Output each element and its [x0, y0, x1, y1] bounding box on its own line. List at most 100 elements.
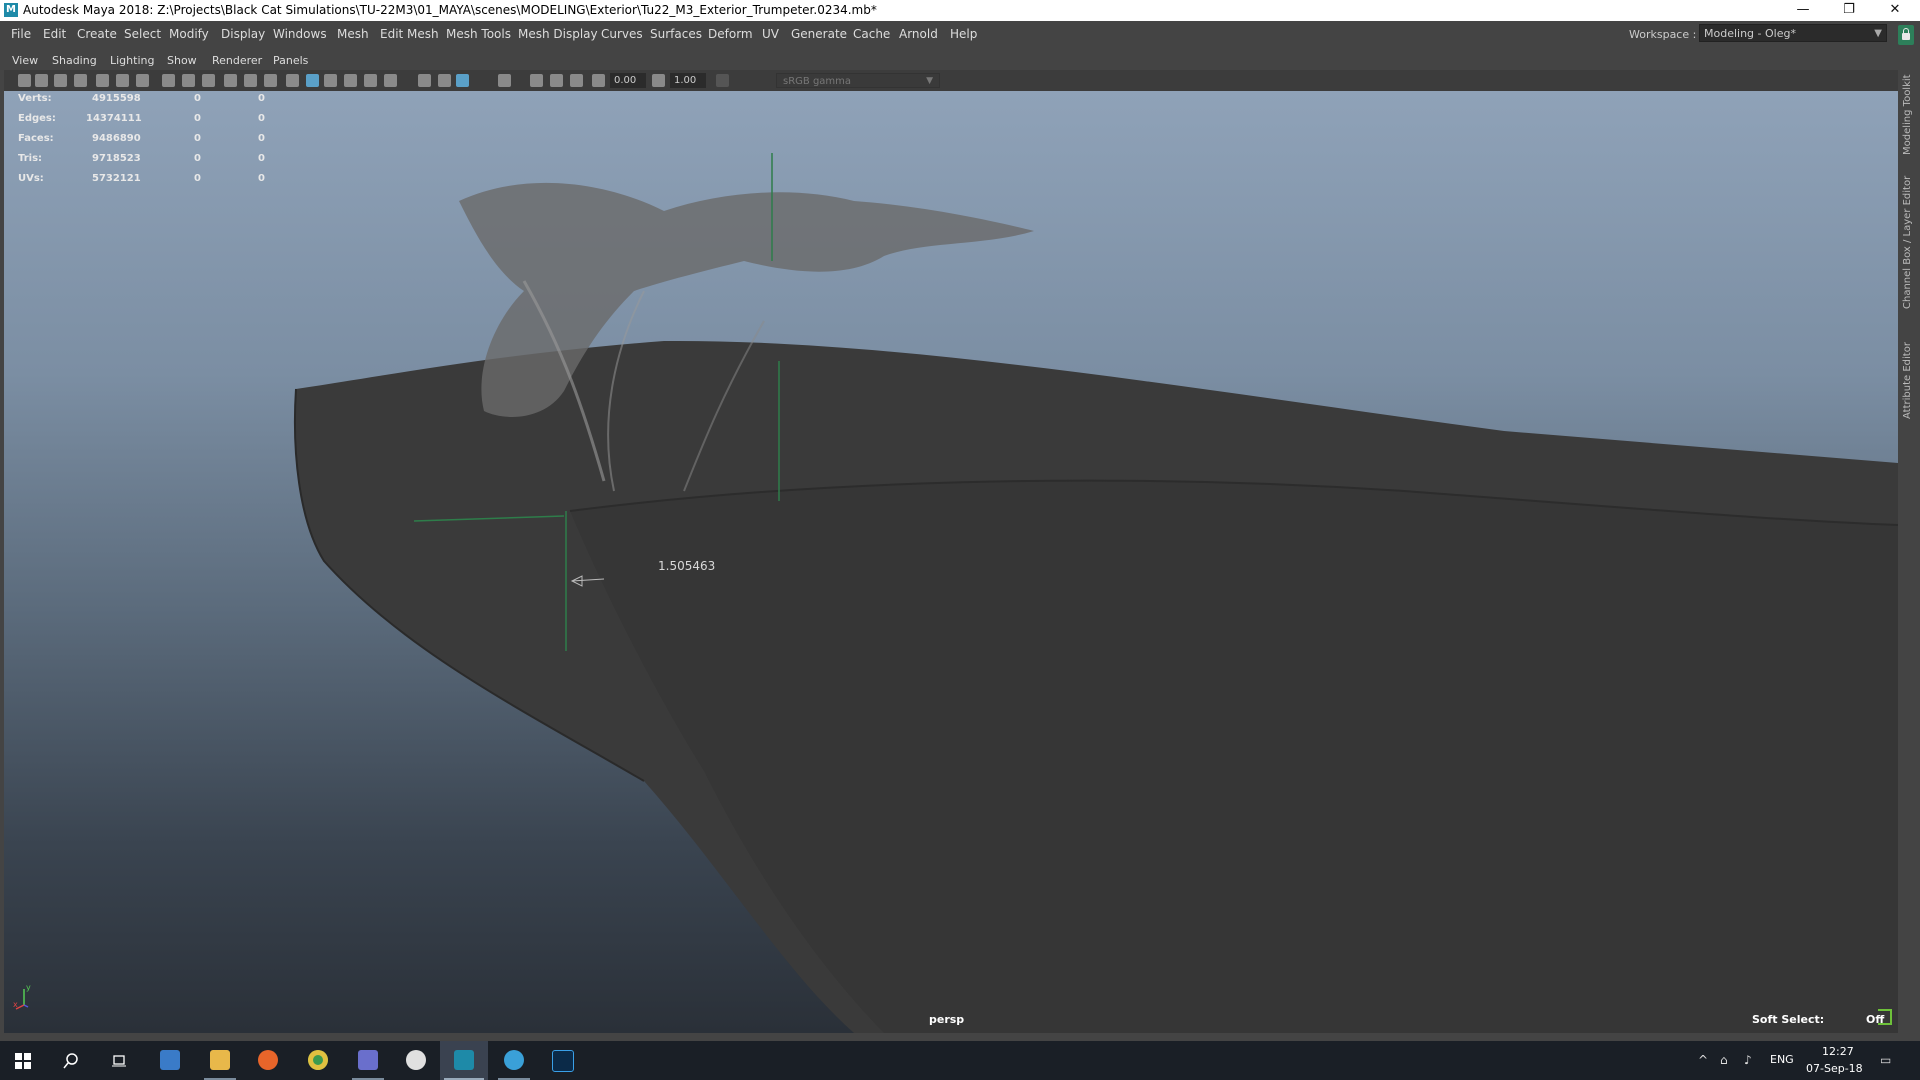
shadows-icon[interactable]: [418, 74, 431, 87]
exposure-icon[interactable]: [592, 74, 605, 87]
side-tabs: Modeling Toolkit Channel Box / Layer Edi…: [1900, 47, 1920, 1033]
wireframe-icon[interactable]: [286, 74, 299, 87]
start-button[interactable]: [0, 1041, 48, 1080]
isolate-select-icon[interactable]: [456, 74, 469, 87]
xray-icon[interactable]: [498, 74, 511, 87]
soft-select-toggle[interactable]: [1878, 1009, 1892, 1025]
menu-modify[interactable]: Modify: [169, 27, 209, 41]
lights-icon[interactable]: [384, 74, 397, 87]
notifications-icon[interactable]: ▭: [1880, 1053, 1891, 1067]
image-plane-icon[interactable]: [74, 74, 87, 87]
menu-uv[interactable]: UV: [762, 27, 779, 41]
textured-icon[interactable]: [364, 74, 377, 87]
view-transform-dropdown[interactable]: sRGB gamma ▼: [776, 73, 940, 88]
clock-date[interactable]: 07-Sep-18: [1806, 1062, 1863, 1075]
smooth-shade-icon[interactable]: [306, 74, 319, 87]
safe-action-icon[interactable]: [244, 74, 257, 87]
telegram-taskbar-icon[interactable]: [490, 1041, 538, 1080]
discord-taskbar-icon[interactable]: [344, 1041, 392, 1080]
bottom-strip: [0, 1033, 1920, 1041]
camera-name-label: persp: [929, 1013, 965, 1026]
xray-components-icon[interactable]: [550, 74, 563, 87]
menu-curves[interactable]: Curves: [601, 27, 643, 41]
safe-title-icon[interactable]: [264, 74, 277, 87]
menu-create[interactable]: Create: [77, 27, 117, 41]
film-gate-icon[interactable]: [162, 74, 175, 87]
default-material-icon[interactable]: [324, 74, 337, 87]
workspace-dropdown[interactable]: Modeling - Oleg* ▼: [1699, 24, 1887, 42]
menu-edit[interactable]: Edit: [43, 27, 66, 41]
menu-generate[interactable]: Generate: [791, 27, 847, 41]
clock-time[interactable]: 12:27: [1822, 1045, 1854, 1058]
menu-mesh-display[interactable]: Mesh Display: [518, 27, 598, 41]
menu-cache[interactable]: Cache: [853, 27, 890, 41]
volume-icon[interactable]: ♪: [1744, 1053, 1752, 1067]
gate-mask-icon[interactable]: [202, 74, 215, 87]
screen-space-ao-icon[interactable]: [438, 74, 451, 87]
panel-menu-lighting[interactable]: Lighting: [110, 54, 154, 67]
lock-icon[interactable]: [1898, 25, 1914, 45]
view-transform-value: sRGB gamma: [783, 76, 852, 87]
menu-edit-mesh[interactable]: Edit Mesh: [380, 27, 439, 41]
menu-mesh-tools[interactable]: Mesh Tools: [446, 27, 511, 41]
chrome-taskbar-icon[interactable]: [294, 1041, 342, 1080]
maya-taskbar-icon[interactable]: [440, 1041, 488, 1080]
distance-measure-label: 1.505463: [658, 559, 716, 573]
2d-pan-zoom-icon[interactable]: [116, 74, 129, 87]
network-icon[interactable]: ⌂: [1720, 1053, 1728, 1067]
tab-attribute-editor[interactable]: Attribute Editor: [1902, 329, 1918, 419]
grease-pencil-icon[interactable]: [96, 74, 109, 87]
file-manager-taskbar-icon[interactable]: [146, 1041, 194, 1080]
workspace-label: Workspace :: [1629, 28, 1697, 41]
menu-help[interactable]: Help: [950, 27, 977, 41]
chevron-down-icon: ▼: [1874, 28, 1882, 39]
wireframe-on-shaded-icon[interactable]: [344, 74, 357, 87]
panel-menu-show[interactable]: Show: [167, 54, 197, 67]
window-title: Autodesk Maya 2018: Z:\Projects\Black Ca…: [23, 3, 877, 17]
menu-display[interactable]: Display: [221, 27, 265, 41]
tab-channel-box[interactable]: Channel Box / Layer Editor: [1902, 169, 1918, 309]
main-menu-bar: File Edit Create Select Modify Display W…: [0, 21, 1920, 47]
restore-button[interactable]: ❐: [1826, 0, 1872, 21]
camera-select-icon[interactable]: [18, 74, 31, 87]
panel-menu-view[interactable]: View: [12, 54, 38, 67]
gamma-field[interactable]: 1.00: [670, 73, 706, 88]
search-icon[interactable]: [48, 1041, 96, 1080]
svg-text:x: x: [13, 1000, 18, 1009]
menu-windows[interactable]: Windows: [273, 27, 327, 41]
menu-surfaces[interactable]: Surfaces: [650, 27, 702, 41]
panel-menu-renderer[interactable]: Renderer: [212, 54, 262, 67]
resolution-gate-icon[interactable]: [182, 74, 195, 87]
close-button[interactable]: ✕: [1872, 0, 1918, 21]
minimize-button[interactable]: —: [1780, 0, 1826, 21]
panel-menu-panels[interactable]: Panels: [273, 54, 308, 67]
exposure-field[interactable]: 0.00: [610, 73, 646, 88]
menu-file[interactable]: File: [11, 27, 31, 41]
xray-joints-icon[interactable]: [530, 74, 543, 87]
tray-chevron-icon[interactable]: ^: [1698, 1053, 1708, 1067]
viewport-persp[interactable]: Verts: 4915598 0 0 Edges: 14374111 0 0 F…: [4, 91, 1898, 1033]
photoshop-taskbar-icon[interactable]: [538, 1041, 586, 1080]
color-management-icon[interactable]: [716, 74, 729, 87]
panel-toolbar: 0.00 1.00 sRGB gamma ▼: [4, 70, 1898, 91]
panel-menu-shading[interactable]: Shading: [52, 54, 97, 67]
firefox-taskbar-icon[interactable]: [244, 1041, 292, 1080]
task-view-icon[interactable]: [96, 1041, 144, 1080]
workspace-value: Modeling - Oleg*: [1704, 27, 1796, 40]
backface-culling-icon[interactable]: [570, 74, 583, 87]
tab-modeling-toolkit[interactable]: Modeling Toolkit: [1902, 59, 1918, 155]
bookmark-icon[interactable]: [54, 74, 67, 87]
menu-arnold[interactable]: Arnold: [899, 27, 938, 41]
menu-select[interactable]: Select: [124, 27, 161, 41]
grid-icon[interactable]: [136, 74, 149, 87]
itunes-taskbar-icon[interactable]: [392, 1041, 440, 1080]
menu-deform[interactable]: Deform: [708, 27, 753, 41]
language-indicator[interactable]: ENG: [1770, 1053, 1794, 1066]
window-title-bar: M Autodesk Maya 2018: Z:\Projects\Black …: [0, 0, 1920, 21]
gamma-icon[interactable]: [652, 74, 665, 87]
camera-attributes-icon[interactable]: [35, 74, 48, 87]
field-chart-icon[interactable]: [224, 74, 237, 87]
menu-mesh[interactable]: Mesh: [337, 27, 369, 41]
soft-select-label: Soft Select:: [1752, 1013, 1825, 1026]
explorer-taskbar-icon[interactable]: [196, 1041, 244, 1080]
